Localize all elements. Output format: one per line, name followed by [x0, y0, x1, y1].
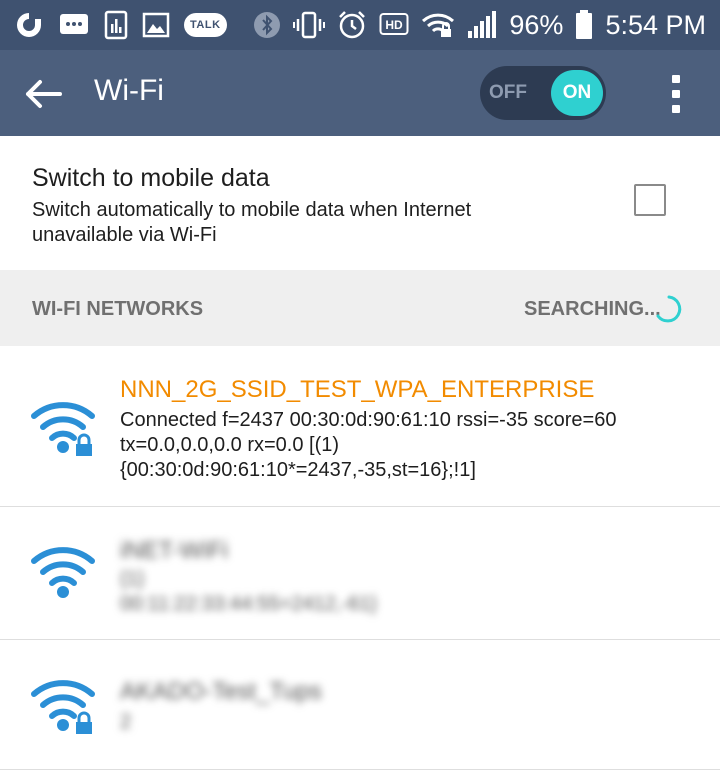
mobile-data-checkbox[interactable]: [634, 184, 666, 216]
svg-text:HD: HD: [386, 18, 404, 32]
wifi-secured-icon: [30, 678, 100, 736]
wifi-open-icon: [30, 545, 100, 603]
wifi-toggle[interactable]: OFF ON: [480, 66, 606, 120]
back-arrow-icon[interactable]: [22, 72, 66, 116]
network-item[interactable]: NNN_2G_SSID_TEST_WPA_ENTERPRISE Connecte…: [0, 346, 720, 507]
network-detail-line: tx=0.0,0.0,0.0 rx=0.0 [(1): [120, 434, 340, 456]
vibrate-icon: [293, 10, 326, 40]
chart-icon: [104, 10, 128, 40]
app-o-icon: [14, 10, 44, 40]
loading-spinner-icon: [654, 294, 684, 324]
message-icon: [58, 11, 90, 39]
toggle-off-label: OFF: [489, 82, 527, 103]
network-detail-line: {1}: [120, 568, 145, 590]
signal-icon: [467, 11, 497, 39]
bluetooth-icon: [253, 10, 281, 40]
mobile-data-subtitle: Switch automatically to mobile data when…: [32, 199, 472, 246]
network-detail-line: 00:11:22:33:44:55=2412,-61}: [120, 593, 378, 615]
network-item[interactable]: AKADO-Test_Tups 2: [0, 640, 720, 770]
hd-icon: HD: [379, 12, 409, 38]
wifi-lock-icon: [421, 11, 455, 39]
battery-icon: [575, 10, 593, 40]
network-detail-line: 2: [120, 711, 132, 733]
alarm-icon: [337, 10, 367, 40]
talk-icon: TALK: [184, 13, 227, 37]
status-bar: TALK HD 96% 5:54 PM: [0, 0, 720, 50]
wifi-secured-icon: [30, 400, 100, 458]
wifi-networks-header: WI-FI NETWORKS SEARCHING...: [0, 270, 720, 346]
network-name: iNET-WiFi: [120, 537, 228, 564]
battery-percent: 96%: [509, 9, 564, 40]
mobile-data-title: Switch to mobile data: [32, 164, 270, 192]
network-detail-line: Connected f=2437 00:30:0d:90:61:10 rssi=…: [120, 409, 617, 431]
section-title: WI-FI NETWORKS: [32, 298, 204, 320]
network-item[interactable]: iNET-WiFi {1} 00:11:22:33:44:55=2412,-61…: [0, 507, 720, 640]
page-title: Wi-Fi: [94, 74, 164, 107]
clock: 5:54 PM: [605, 9, 706, 40]
toggle-on-knob: ON: [551, 70, 603, 116]
network-detail-line: {00:30:0d:90:61:10*=2437,-35,st=16};!1]: [120, 459, 476, 481]
network-name: NNN_2G_SSID_TEST_WPA_ENTERPRISE: [120, 376, 595, 403]
overflow-menu-icon[interactable]: [664, 72, 688, 116]
image-icon: [142, 11, 170, 39]
app-bar: Wi-Fi OFF ON: [0, 50, 720, 136]
mobile-data-setting[interactable]: Switch to mobile data Switch automatical…: [0, 136, 720, 270]
network-name: AKADO-Test_Tups: [120, 678, 322, 705]
searching-status: SEARCHING...: [524, 298, 661, 320]
